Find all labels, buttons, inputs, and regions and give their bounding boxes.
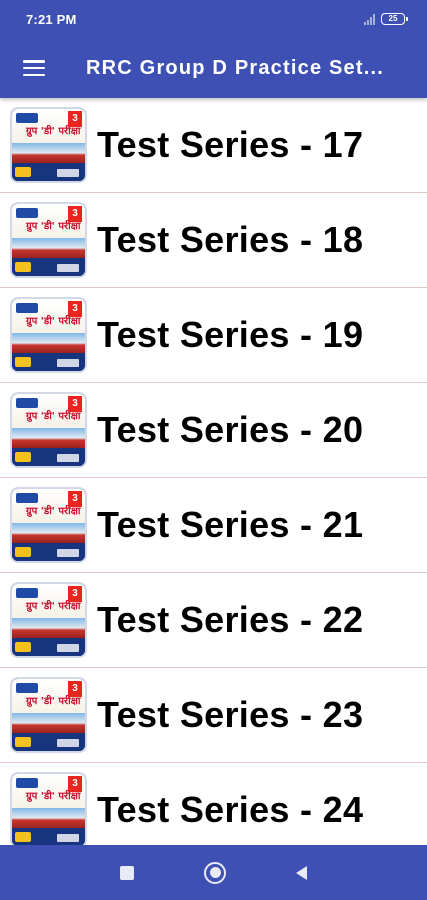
home-circle-icon[interactable] — [204, 861, 226, 884]
book-cover-thumbnail: ग्रुप 'डी' परीक्षा 3 — [10, 297, 87, 373]
book-cover-thumbnail: ग्रुप 'डी' परीक्षा 3 — [10, 107, 87, 183]
list-item-label: Test Series - 24 — [97, 789, 364, 830]
book-cover-thumbnail: ग्रुप 'डी' परीक्षा 3 — [10, 392, 87, 468]
thumbnail-badge: 3 — [68, 776, 82, 792]
list-item-label: Test Series - 19 — [97, 314, 364, 355]
book-cover-thumbnail: ग्रुप 'डी' परीक्षा 3 — [10, 487, 87, 563]
list-item[interactable]: ग्रुप 'डी' परीक्षा 3 Test Series - 23 — [0, 668, 427, 763]
list-item[interactable]: ग्रुप 'डी' परीक्षा 3 Test Series - 24 — [0, 763, 427, 845]
list-item-label: Test Series - 21 — [97, 504, 364, 545]
list-item[interactable]: ग्रुप 'डी' परीक्षा 3 Test Series - 17 — [0, 98, 427, 193]
book-cover-thumbnail: ग्रुप 'डी' परीक्षा 3 — [10, 772, 87, 845]
thumbnail-badge: 3 — [68, 491, 82, 507]
app-title: RRC Group D Practice Set... — [86, 56, 385, 79]
book-cover-thumbnail: ग्रुप 'डी' परीक्षा 3 — [10, 582, 87, 658]
thumbnail-badge: 3 — [68, 586, 82, 602]
thumbnail-badge: 3 — [68, 681, 82, 697]
list-item[interactable]: ग्रुप 'डी' परीक्षा 3 Test Series - 22 — [0, 573, 427, 668]
system-nav-bar — [0, 845, 427, 900]
thumbnail-badge: 3 — [68, 206, 82, 222]
thumbnail-badge: 3 — [68, 396, 82, 412]
list-item[interactable]: ग्रुप 'डी' परीक्षा 3 Test Series - 21 — [0, 478, 427, 573]
list-item[interactable]: ग्रुप 'डी' परीक्षा 3 Test Series - 19 — [0, 288, 427, 383]
recents-square-icon[interactable] — [120, 865, 134, 880]
status-bar: 7:21 PM 25 — [0, 0, 427, 38]
thumbnail-badge: 3 — [68, 301, 82, 317]
list-item[interactable]: ग्रुप 'डी' परीक्षा 3 Test Series - 20 — [0, 383, 427, 478]
list-item-label: Test Series - 23 — [97, 694, 364, 735]
book-cover-thumbnail: ग्रुप 'डी' परीक्षा 3 — [10, 202, 87, 278]
back-triangle-icon[interactable] — [296, 865, 307, 880]
thumbnail-badge: 3 — [68, 111, 82, 127]
list-item[interactable]: ग्रुप 'डी' परीक्षा 3 Test Series - 18 — [0, 193, 427, 288]
test-series-list[interactable]: ग्रुप 'डी' परीक्षा 3 Test Series - 17 ग्रुप… — [0, 98, 427, 845]
book-cover-thumbnail: ग्रुप 'डी' परीक्षा 3 — [10, 677, 87, 753]
list-item-label: Test Series - 22 — [97, 599, 364, 640]
app-bar: RRC Group D Practice Set... — [0, 38, 427, 98]
signal-icon — [364, 13, 375, 25]
battery-level: 25 — [388, 14, 398, 23]
battery-icon: 25 — [381, 13, 408, 25]
hamburger-menu-icon[interactable] — [0, 38, 68, 98]
list-item-label: Test Series - 18 — [97, 219, 364, 260]
status-icons: 25 — [364, 13, 408, 25]
status-time: 7:21 PM — [26, 11, 77, 27]
list-item-label: Test Series - 20 — [97, 409, 364, 450]
list-item-label: Test Series - 17 — [97, 124, 364, 165]
